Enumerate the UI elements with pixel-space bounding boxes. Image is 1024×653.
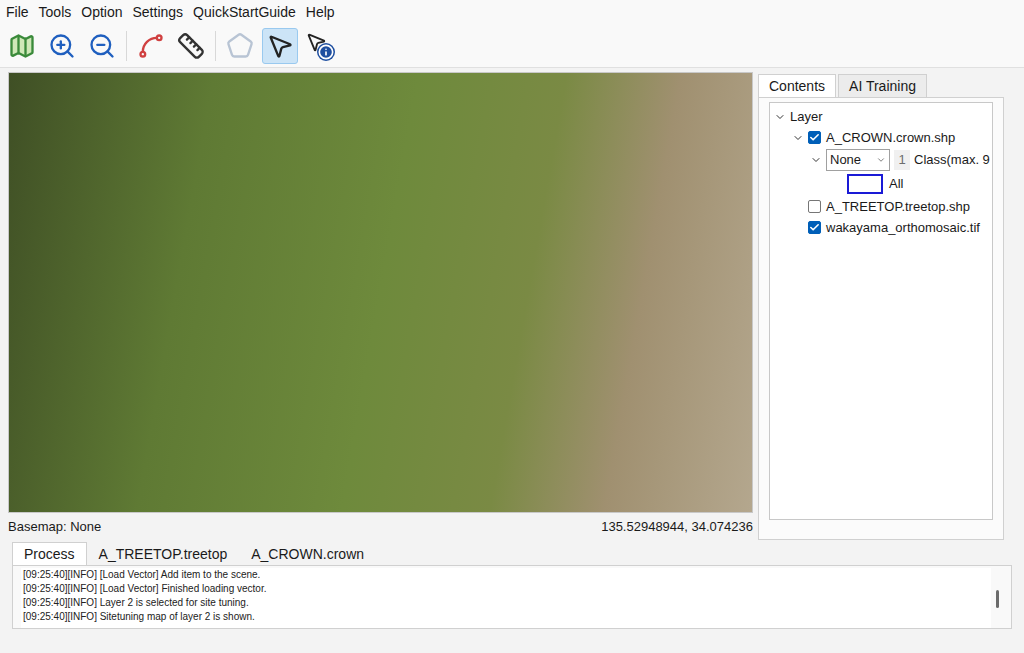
menu-item[interactable]: QuickStartGuide (188, 2, 301, 22)
layer-item: wakayama_orthomosaic.tif (770, 217, 992, 238)
panel-tab[interactable]: Contents (758, 74, 836, 98)
menu-item[interactable]: Option (76, 2, 127, 22)
contents-panel: LayerA_CROWN.crown.shpNone1Class(max. 9A… (758, 97, 1004, 540)
zoom-out-icon (88, 32, 116, 60)
layer-name: A_TREETOP.treetop.shp (826, 197, 970, 217)
expand-icon[interactable] (774, 111, 786, 123)
toolbar-separator (126, 31, 127, 61)
class-color-swatch[interactable] (847, 174, 883, 194)
menu-item[interactable]: File (1, 2, 34, 22)
class-label: Class(max. 9 (914, 150, 990, 170)
basemap-label: Basemap: None (8, 517, 101, 537)
map-status-bar: Basemap: None 135.52948944, 34.074236 (8, 513, 754, 540)
log-panel: [09:25:40][INFO] [Load Vector] Add item … (12, 565, 1012, 629)
polygon-icon (226, 32, 254, 60)
class-entry[interactable]: All (770, 172, 992, 196)
ruler-icon (177, 32, 205, 60)
layer-row[interactable]: A_CROWN.crown.shp (770, 127, 992, 148)
bottom-tab[interactable]: A_CROWN.crown (239, 542, 376, 566)
map-icon (8, 32, 36, 60)
toolbar-button[interactable] (262, 28, 298, 64)
layer-checkbox[interactable] (808, 131, 821, 144)
toolbar-separator (215, 31, 216, 61)
layer-name: A_CROWN.crown.shp (826, 128, 955, 148)
panel-tab-bar: ContentsAI Training (758, 72, 1004, 98)
app-window: FileToolsOptionSettingsQuickStartGuideHe… (0, 0, 1024, 653)
log-line: [09:25:40][INFO] Sitetuning map of layer… (23, 610, 991, 624)
toolbar-button[interactable] (4, 28, 40, 64)
layer-checkbox[interactable] (808, 221, 821, 234)
class-row: None1Class(max. 9 (770, 148, 992, 172)
menu-item[interactable]: Tools (34, 2, 77, 22)
dropdown-icon (876, 155, 886, 165)
toolbar-button[interactable] (84, 28, 120, 64)
layer-row[interactable]: wakayama_orthomosaic.tif (770, 217, 992, 238)
check-icon (809, 132, 820, 143)
toolbar-button[interactable] (173, 28, 209, 64)
toolbar-button[interactable] (133, 28, 169, 64)
class-count-field[interactable]: 1 (894, 150, 910, 170)
log-line: [09:25:40][INFO] [Load Vector] Add item … (23, 568, 991, 582)
map-column: Basemap: None 135.52948944, 34.074236 (0, 68, 754, 540)
toolbar (0, 24, 1024, 68)
menu-item[interactable]: Help (301, 2, 340, 22)
layer-row[interactable]: A_TREETOP.treetop.shp (770, 196, 992, 217)
bottom-tab[interactable]: A_TREETOP.treetop (87, 542, 240, 566)
log-scrollbar[interactable] (991, 568, 1003, 628)
class-name: All (889, 174, 903, 194)
layer-name: wakayama_orthomosaic.tif (826, 218, 980, 238)
pointer-icon (266, 32, 294, 60)
toolbar-button[interactable] (222, 28, 258, 64)
toolbar-button[interactable] (302, 28, 338, 64)
scrollbar-thumb[interactable] (996, 590, 999, 608)
polyline-icon (137, 32, 165, 60)
log-line: [09:25:40][INFO] [Load Vector] Finished … (23, 582, 991, 596)
toolbar-button[interactable] (44, 28, 80, 64)
coordinates-label: 135.52948944, 34.074236 (601, 517, 753, 537)
check-icon (809, 222, 820, 233)
layer-item: A_CROWN.crown.shpNone1Class(max. 9 All (770, 127, 992, 196)
layer-checkbox[interactable] (808, 200, 821, 213)
main-area: Basemap: None135.52948944, 34.074236Cont… (0, 68, 1024, 540)
info-pointer-icon (305, 31, 335, 61)
menu-bar: FileToolsOptionSettingsQuickStartGuideHe… (0, 0, 1024, 24)
layer-tree: LayerA_CROWN.crown.shpNone1Class(max. 9A… (769, 102, 993, 520)
bottom-tab[interactable]: Process (12, 542, 87, 566)
bottom-tab-bar: ProcessA_TREETOP.treetopA_CROWN.crown (0, 540, 1024, 566)
log-view[interactable]: [09:25:40][INFO] [Load Vector] Add item … (21, 568, 991, 628)
menu-item[interactable]: Settings (128, 2, 189, 22)
layer-item: A_TREETOP.treetop.shp (770, 196, 992, 217)
panel-tab[interactable]: AI Training (838, 74, 927, 98)
zoom-in-icon (48, 32, 76, 60)
side-panel: ContentsAI Training LayerA_CROWN.crown.sh… (754, 68, 1024, 540)
expand-icon[interactable] (810, 154, 822, 166)
tree-root-row[interactable]: Layer (770, 106, 992, 127)
log-line: [09:25:40][INFO] Layer 2 is selected for… (23, 596, 991, 610)
expand-icon[interactable] (792, 132, 804, 144)
map-canvas[interactable] (8, 72, 753, 513)
class-select[interactable]: None (826, 149, 890, 171)
